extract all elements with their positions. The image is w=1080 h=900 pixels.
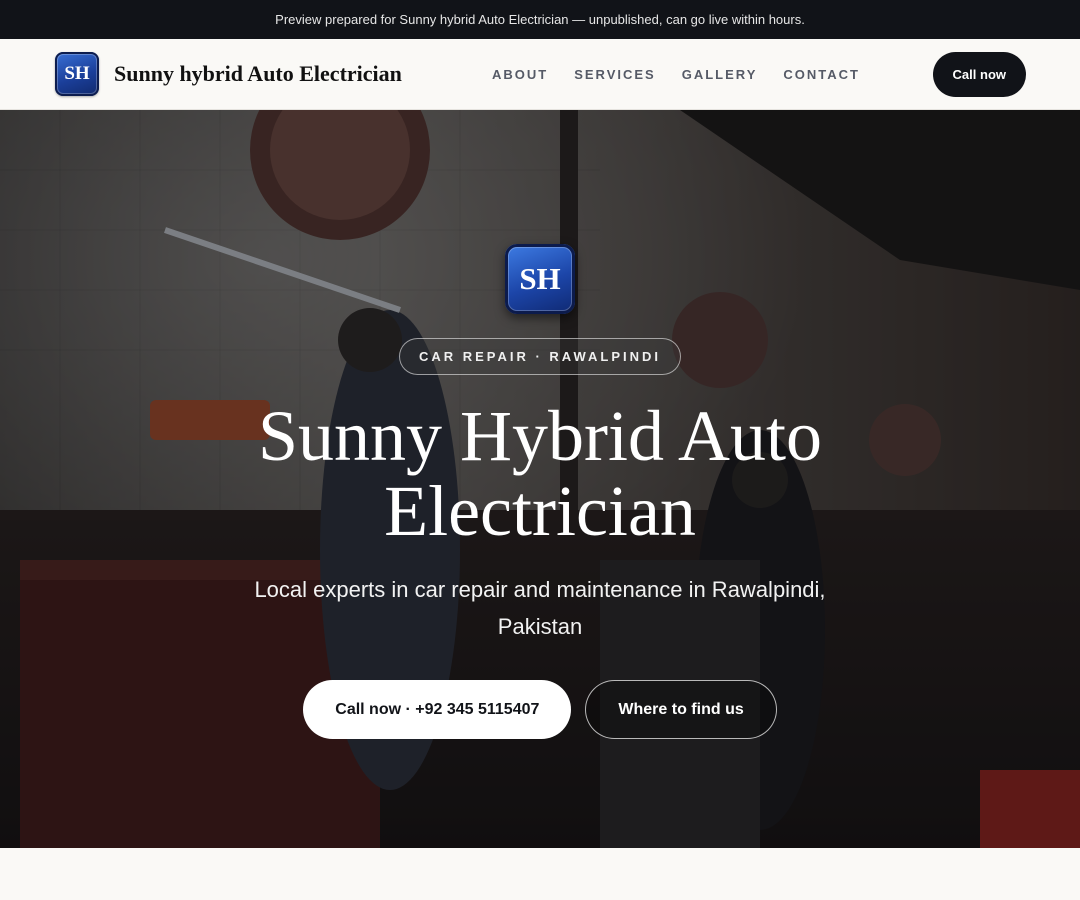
preview-banner-text: Preview prepared for Sunny hybrid Auto E… (275, 12, 805, 27)
preview-banner: Preview prepared for Sunny hybrid Auto E… (0, 0, 1080, 39)
call-now-button[interactable]: Call now (932, 51, 1026, 97)
site-header: SH Sunny hybrid Auto Electrician ABOUT S… (0, 39, 1080, 110)
brand-logo: SH (55, 52, 99, 96)
brand-name: Sunny hybrid Auto Electrician (114, 61, 402, 86)
brand[interactable]: SH Sunny hybrid Auto Electrician (55, 52, 402, 96)
nav-link-contact[interactable]: CONTACT (783, 67, 860, 82)
hero-content: SH CAR REPAIR · RAWALPINDI Sunny Hybrid … (0, 110, 1080, 848)
hero-subtitle: Local experts in car repair and maintena… (254, 577, 826, 639)
hero-title: Sunny Hybrid Auto Electrician (257, 396, 823, 551)
hero-logo: SH (505, 244, 575, 314)
nav-link-gallery[interactable]: GALLERY (682, 67, 758, 82)
hero-section: SH CAR REPAIR · RAWALPINDI Sunny Hybrid … (0, 110, 1080, 848)
hero-tag: CAR REPAIR · RAWALPINDI (398, 338, 682, 375)
brand-logo-text: SH (64, 63, 90, 84)
nav-link-about[interactable]: ABOUT (492, 67, 548, 82)
hero-actions: Call now · +92 345 5115407 Where to find… (303, 680, 777, 739)
main-nav: ABOUT SERVICES GALLERY CONTACT (492, 39, 860, 110)
call-phone-button[interactable]: Call now · +92 345 5115407 (303, 680, 572, 739)
find-us-button[interactable]: Where to find us (585, 680, 777, 739)
hero-logo-text: SH (519, 261, 561, 296)
nav-link-services[interactable]: SERVICES (574, 67, 656, 82)
next-section (0, 848, 1080, 900)
